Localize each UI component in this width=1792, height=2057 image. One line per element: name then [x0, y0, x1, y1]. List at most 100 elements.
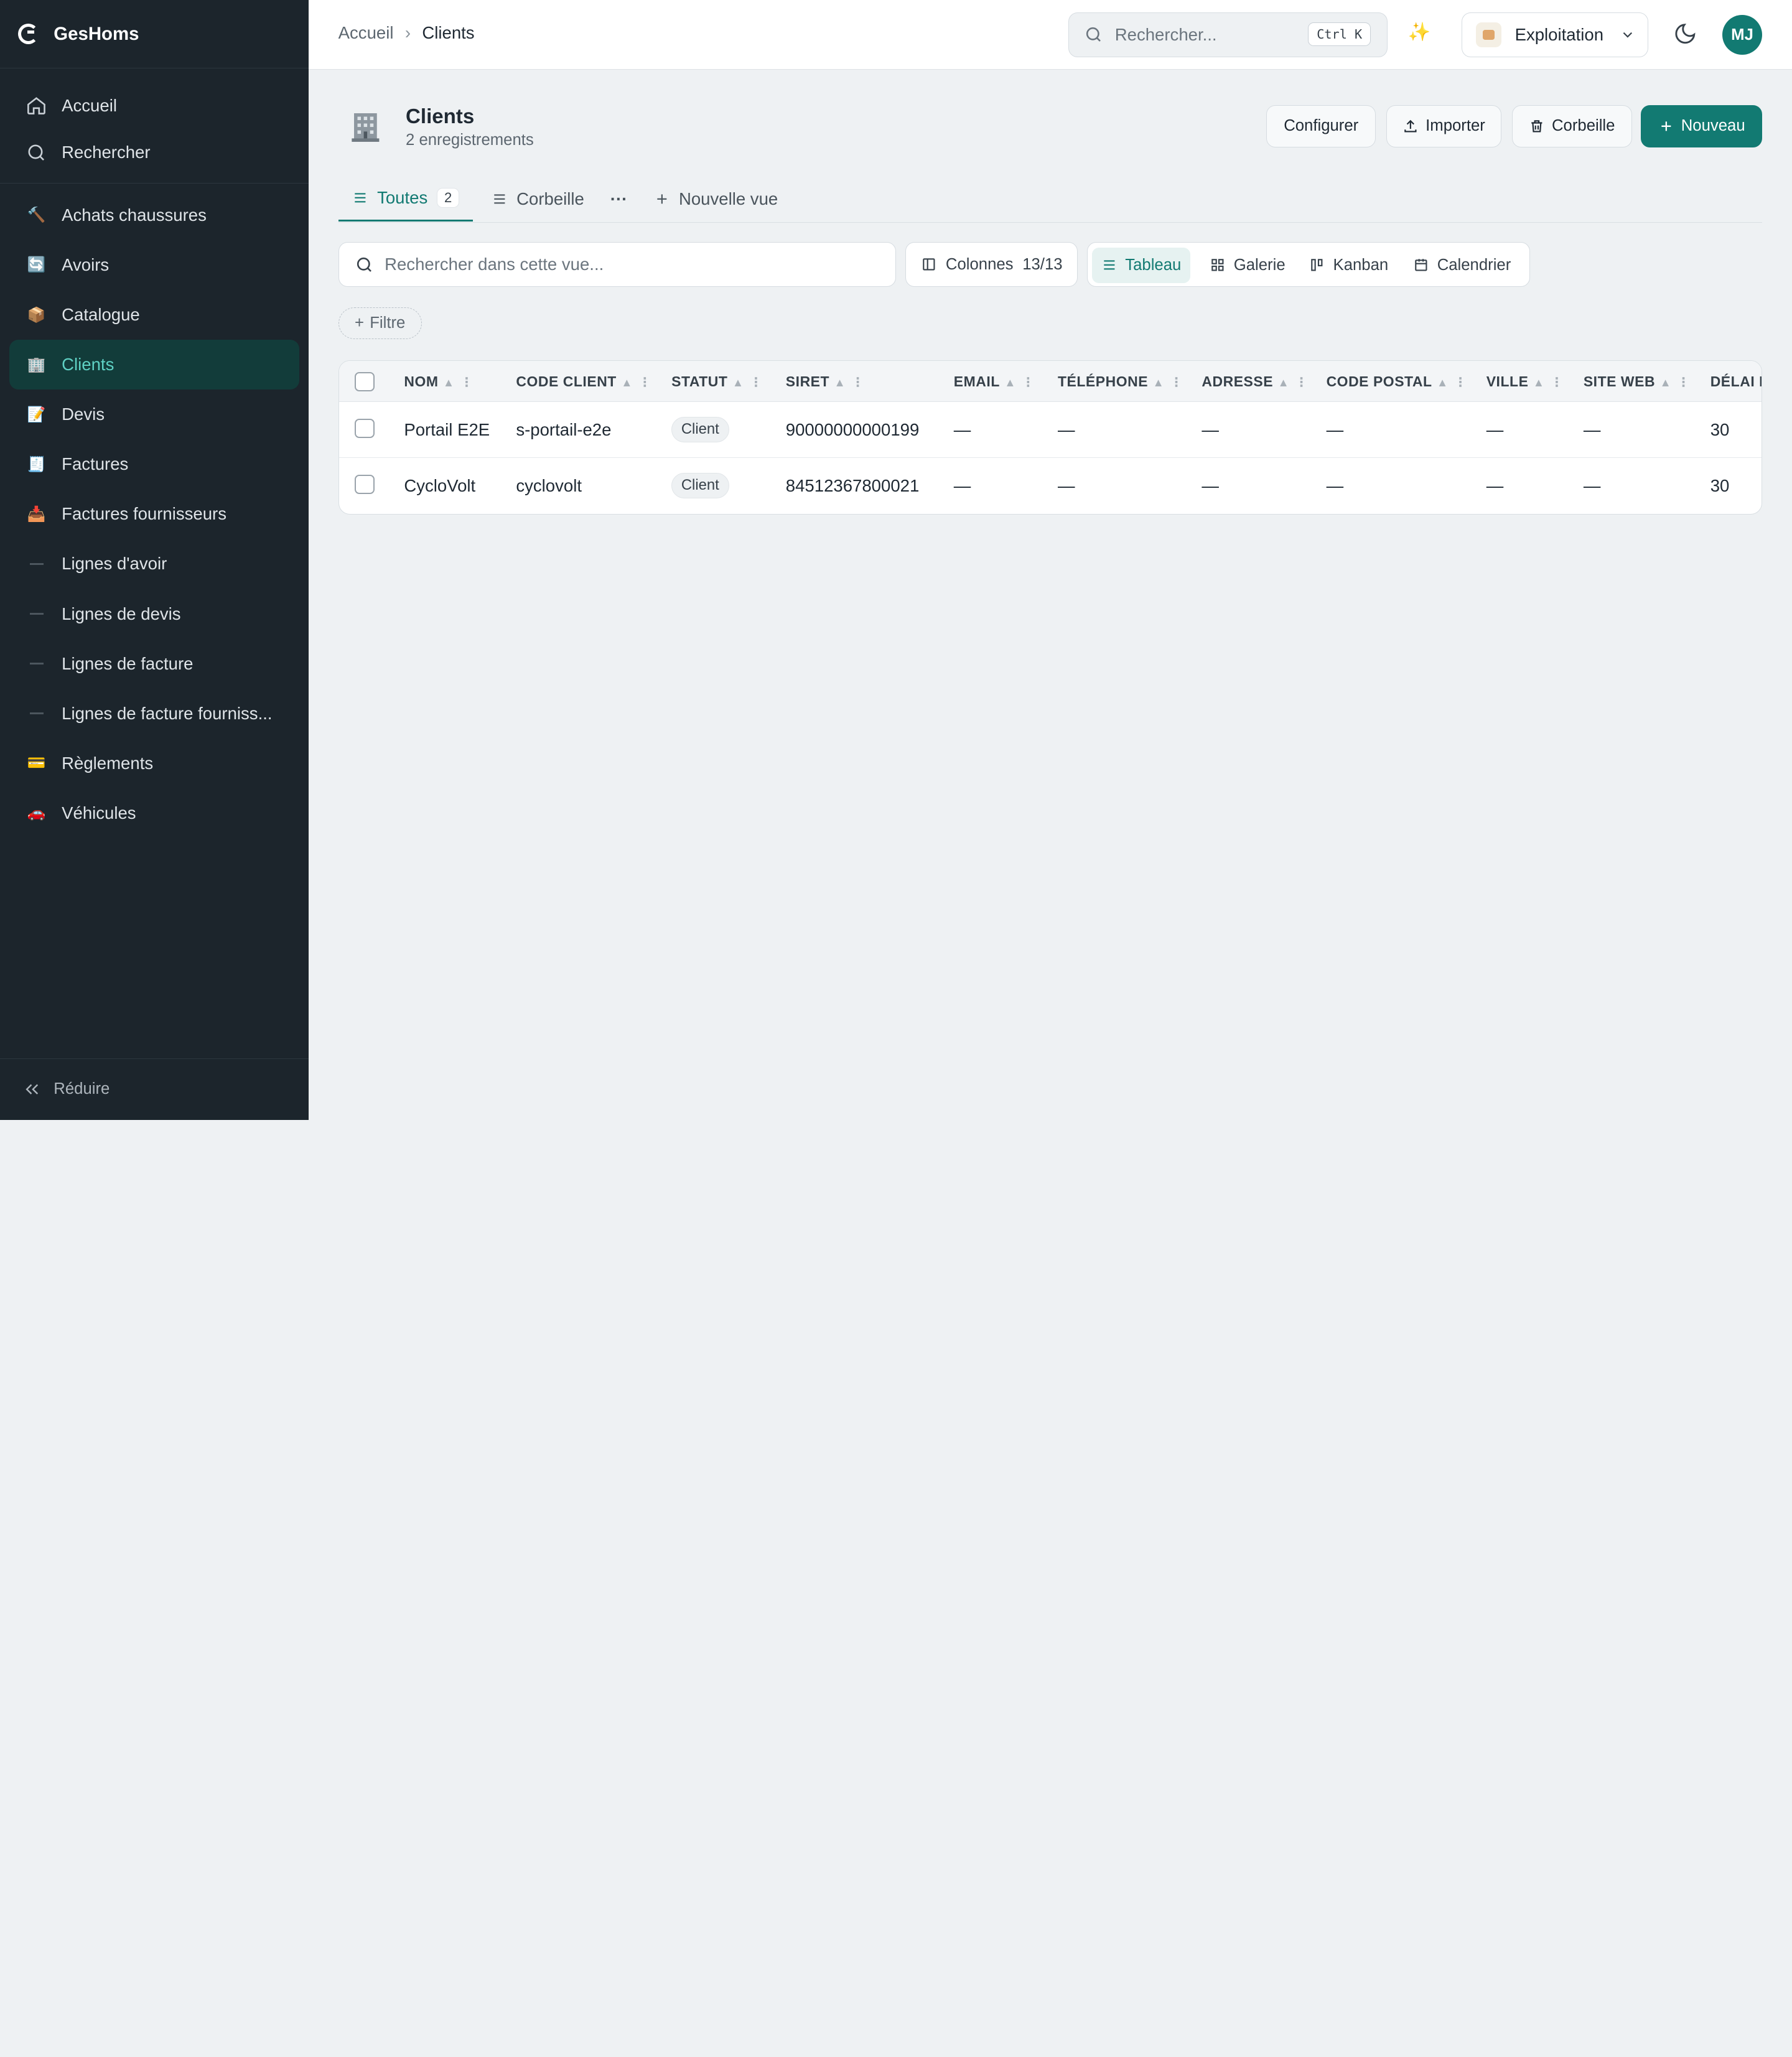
status-badge: Client [671, 472, 729, 498]
breadcrumb-separator: › [404, 22, 411, 42]
column-header-label: EMAIL [953, 373, 1000, 389]
cell-delai: 30 [1710, 476, 1730, 496]
select-all-checkbox[interactable] [355, 371, 375, 392]
kanban-icon [1311, 259, 1323, 271]
cell-nom: Portail E2E [404, 420, 490, 440]
cell-siret: 90000000000199 [785, 420, 920, 440]
double-chevron-left-icon [26, 1084, 38, 1095]
trash-button[interactable]: Corbeille [1511, 105, 1632, 147]
column-header-statut[interactable]: STATUT ▲ ⋮ [671, 373, 762, 390]
columns-label: Colonnes [945, 255, 1014, 273]
sidebar-item-reglements[interactable]: 💳 Règlements [9, 739, 300, 788]
breadcrumb-current: Clients [422, 22, 475, 42]
cell-telephone: — [1057, 420, 1075, 440]
collapse-label: Réduire [54, 1080, 110, 1098]
sidebar-item-devis[interactable]: 📝 Devis [9, 389, 300, 439]
ai-sparkle-icon[interactable]: ✨ [1408, 22, 1431, 43]
collapse-sidebar-button[interactable]: Réduire [0, 1058, 309, 1120]
column-header-email[interactable]: EMAIL ▲ ⋮ [954, 373, 1035, 390]
import-button[interactable]: Importer [1386, 105, 1502, 147]
sidebar-item-label: Catalogue [62, 305, 140, 325]
cell-code-postal: — [1326, 476, 1344, 496]
table-row[interactable]: CycloVolt cyclovolt Client 8451236780002… [339, 458, 1762, 514]
sidebar-item-achats-chaussures[interactable]: 🔨 Achats chaussures [9, 190, 300, 240]
sidebar-item-lignes-devis[interactable]: Lignes de devis [9, 589, 300, 638]
sidebar-item-clients[interactable]: 🏢 Clients [9, 340, 300, 390]
dash-icon [25, 652, 48, 675]
sidebar-item-avoirs[interactable]: 🔄 Avoirs [9, 240, 300, 290]
column-header-siret[interactable]: SIRET ▲ ⋮ [786, 373, 864, 390]
workspace-selector[interactable]: Exploitation [1462, 12, 1648, 57]
sidebar-item-lignes-avoir[interactable]: Lignes d'avoir [9, 539, 300, 589]
tab-label: Toutes [377, 188, 428, 208]
sidebar-item-factures[interactable]: 🧾 Factures [9, 439, 300, 489]
sidebar-item-label: Accueil [62, 95, 117, 115]
trash-label: Corbeille [1552, 117, 1615, 135]
cell-ville: — [1486, 420, 1504, 440]
view-search-input[interactable] [385, 254, 865, 275]
column-header-label: CODE POSTAL [1326, 373, 1432, 389]
view-mode-tableau[interactable]: Tableau [1092, 247, 1190, 283]
global-search-placeholder: Rechercher... [1114, 25, 1217, 45]
column-header-code-postal[interactable]: CODE POSTAL ▲ ⋮ [1327, 373, 1467, 390]
sidebar-item-lignes-facture-fournisseurs[interactable]: Lignes de facture fourniss... [9, 689, 300, 739]
search-icon [357, 257, 372, 272]
sidebar-item-factures-fournisseurs[interactable]: 📥 Factures fournisseurs [9, 489, 300, 539]
view-mode-calendrier[interactable]: Calendrier [1404, 248, 1520, 283]
app-name: GesHoms [54, 23, 139, 44]
cell-code-postal: — [1326, 420, 1344, 440]
cell-email: — [953, 420, 971, 440]
column-header-telephone[interactable]: TÉLÉPHONE ▲ ⋮ [1058, 373, 1183, 390]
column-header-label: STATUT [671, 373, 728, 389]
column-header-label: SIRET [785, 373, 830, 389]
sidebar-item-label: Achats chaussures [62, 205, 207, 225]
breadcrumb-home-link[interactable]: Accueil [338, 23, 394, 43]
records-table: NOM ▲ ⋮ CODE CLIENT ▲ ⋮ STATUT ▲ ⋮ SIRET ▲ ⋮ EMA… [338, 360, 1763, 515]
columns-icon [922, 258, 935, 271]
sidebar-item-rechercher[interactable]: Rechercher [9, 129, 300, 176]
sidebar-item-vehicules[interactable]: 🚗 Véhicules [9, 788, 300, 838]
column-header-code-client[interactable]: CODE CLIENT ▲ ⋮ [516, 373, 651, 390]
column-header-nom[interactable]: NOM ▲ ⋮ [404, 373, 473, 390]
sidebar-item-accueil[interactable]: Accueil [9, 82, 300, 129]
row-checkbox[interactable] [355, 475, 375, 495]
row-checkbox[interactable] [355, 419, 375, 439]
avatar[interactable]: MJ [1722, 14, 1763, 55]
view-tabs: Toutes 2 Corbeille ··· Nouvelle vue [338, 176, 1763, 223]
view-mode-label: Galerie [1233, 256, 1286, 274]
column-header-adresse[interactable]: ADRESSE ▲ ⋮ [1202, 373, 1308, 390]
column-header-ville[interactable]: VILLE ▲ ⋮ [1486, 373, 1564, 390]
sidebar-item-lignes-facture[interactable]: Lignes de facture [9, 639, 300, 689]
tab-corbeille[interactable]: Corbeille [492, 176, 584, 222]
moon-icon[interactable] [1673, 22, 1697, 46]
global-search-input[interactable]: Rechercher... Ctrl K [1068, 12, 1388, 57]
configure-button[interactable]: Configurer [1266, 105, 1376, 147]
columns-button[interactable]: Colonnes 13/13 [905, 242, 1078, 287]
brand[interactable]: GesHoms [0, 0, 309, 69]
view-mode-galerie[interactable]: Galerie [1201, 248, 1295, 283]
cell-telephone: — [1057, 476, 1075, 496]
calendar-icon [1415, 259, 1427, 271]
chevron-down-icon [1623, 32, 1633, 38]
upload-icon [1404, 119, 1417, 133]
office-building-icon: 🏢 [27, 356, 46, 373]
new-label: Nouveau [1681, 117, 1745, 135]
sidebar-top-nav: Accueil Rechercher [0, 68, 309, 184]
view-mode-kanban[interactable]: Kanban [1300, 248, 1398, 283]
list-icon [1104, 260, 1115, 270]
new-view-button[interactable]: Nouvelle vue [654, 176, 778, 222]
tab-toutes[interactable]: Toutes 2 [338, 176, 474, 222]
sidebar-item-label: Factures [62, 454, 129, 474]
column-header-delai[interactable]: DÉLAI D [1710, 373, 1762, 390]
filter-label: Filtre [370, 314, 406, 332]
table-row[interactable]: Portail E2E s-portail-e2e Client 9000000… [338, 402, 1762, 458]
sidebar-item-label: Lignes de devis [62, 604, 181, 623]
new-record-button[interactable]: Nouveau [1641, 105, 1763, 147]
cell-site-web: — [1583, 476, 1601, 496]
add-filter-button[interactable]: + Filtre [338, 307, 422, 340]
sidebar-item-catalogue[interactable]: 📦 Catalogue [9, 290, 300, 340]
more-views-button[interactable]: ··· [610, 176, 628, 222]
column-header-site-web[interactable]: SITE WEB ▲ ⋮ [1584, 373, 1690, 390]
view-mode-label: Kanban [1333, 256, 1389, 274]
list-icon [354, 193, 366, 203]
